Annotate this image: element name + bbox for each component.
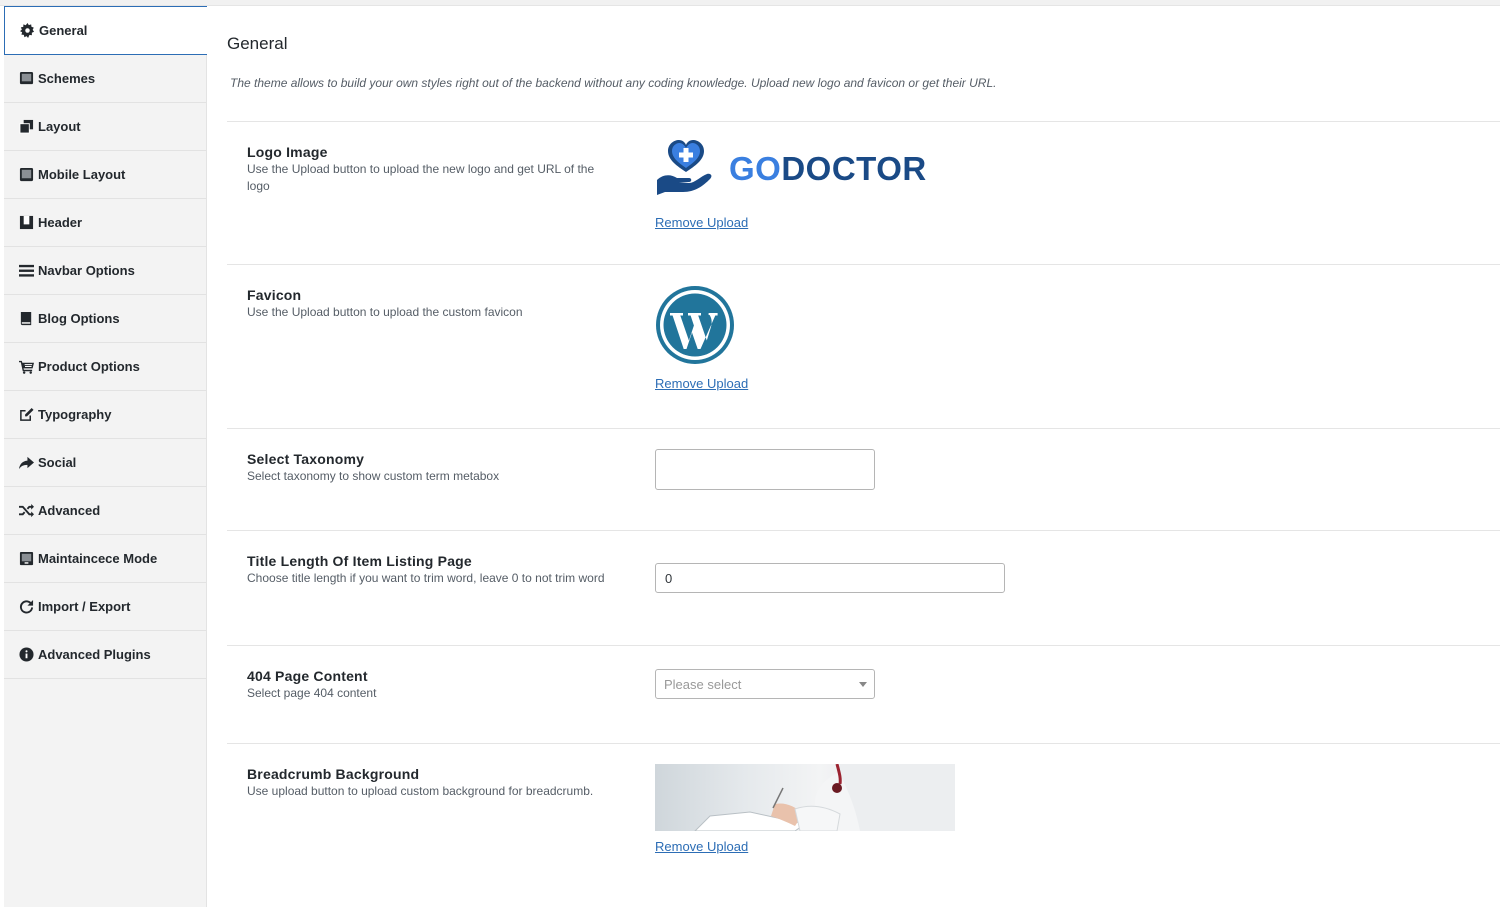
title-length-input[interactable] <box>655 563 1005 593</box>
select-placeholder: Please select <box>664 676 742 692</box>
monitor-icon <box>18 71 34 87</box>
logo-preview: GODOCTOR <box>655 139 927 199</box>
edit-icon <box>18 407 34 423</box>
settings-sidebar: General Schemes Layout Mobile Layout Hea… <box>4 6 208 907</box>
field-label: Select Taxonomy <box>247 451 365 467</box>
field-help: Select taxonomy to show custom term meta… <box>247 469 500 483</box>
sidebar-item-maintenance-mode[interactable]: Maintaincece Mode <box>4 535 206 583</box>
remove-logo-upload-link[interactable]: Remove Upload <box>655 215 748 230</box>
logo-image-field: GODOCTOR Remove Upload <box>655 139 927 232</box>
field-label: Logo Image <box>247 144 328 160</box>
field-help: Choose title length if you want to trim … <box>247 571 605 585</box>
remove-breadcrumb-upload-link[interactable]: Remove Upload <box>655 839 748 854</box>
field-help: Use upload button to upload custom backg… <box>247 784 594 798</box>
breadcrumb-background-label-group: Breadcrumb Background Use upload button … <box>247 766 617 800</box>
wordpress-logo-icon <box>655 285 748 370</box>
logo-image-row: Logo Image Use the Upload button to uplo… <box>227 121 1500 264</box>
info-icon <box>18 647 34 663</box>
page-404-row: 404 Page Content Select page 404 content… <box>227 645 1500 743</box>
sidebar-item-advanced[interactable]: Advanced <box>4 487 206 535</box>
breadcrumb-background-field: Remove Upload <box>655 764 955 856</box>
sidebar-item-label: Layout <box>38 119 81 134</box>
breadcrumb-background-row: Breadcrumb Background Use upload button … <box>227 743 1500 907</box>
sidebar-item-advanced-plugins[interactable]: Advanced Plugins <box>4 631 206 679</box>
sidebar-item-label: Typography <box>38 407 112 422</box>
sidebar-item-social[interactable]: Social <box>4 439 206 487</box>
sidebar-item-navbar-options[interactable]: Navbar Options <box>4 247 206 295</box>
select-taxonomy-row: Select Taxonomy Select taxonomy to show … <box>227 428 1500 530</box>
sidebar-item-product-options[interactable]: Product Options <box>4 343 206 391</box>
favicon-label-group: Favicon Use the Upload button to upload … <box>247 287 617 321</box>
title-length-field <box>655 563 1005 593</box>
sidebar-item-label: Mobile Layout <box>38 167 126 182</box>
breadcrumb-background-image <box>655 764 955 831</box>
sidebar-item-label: Schemes <box>38 71 96 86</box>
cart-icon <box>18 359 34 375</box>
page-404-select[interactable]: Please select <box>655 669 875 699</box>
book-icon <box>18 311 34 327</box>
maintenance-icon <box>18 551 34 567</box>
heart-hand-logo-icon <box>655 138 717 201</box>
bars-icon <box>18 263 34 279</box>
field-label: Breadcrumb Background <box>247 766 420 782</box>
field-help: Use the Upload button to upload the new … <box>247 162 595 193</box>
remove-favicon-upload-link[interactable]: Remove Upload <box>655 376 748 391</box>
field-label: 404 Page Content <box>247 668 368 684</box>
refresh-icon <box>18 599 34 615</box>
taxonomy-select-box[interactable] <box>655 449 875 490</box>
field-label: Title Length Of Item Listing Page <box>247 553 472 569</box>
title-length-row: Title Length Of Item Listing Page Choose… <box>227 530 1500 645</box>
select-taxonomy-label-group: Select Taxonomy Select taxonomy to show … <box>247 451 617 485</box>
title-length-label-group: Title Length Of Item Listing Page Choose… <box>247 553 617 587</box>
sidebar-item-layout[interactable]: Layout <box>4 103 206 151</box>
share-icon <box>18 455 34 471</box>
settings-panel: General The theme allows to build your o… <box>207 6 1500 907</box>
logo-wordmark: GODOCTOR <box>729 150 927 188</box>
field-help: Select page 404 content <box>247 686 377 700</box>
favicon-row: Favicon Use the Upload button to upload … <box>227 264 1500 428</box>
page-title: General <box>227 34 288 53</box>
logo-text-go: GO <box>729 150 782 187</box>
sidebar-item-header[interactable]: Header <box>4 199 206 247</box>
logo-text-doctor: DOCTOR <box>781 150 927 187</box>
shuffle-icon <box>18 503 34 519</box>
header-icon <box>18 215 34 231</box>
sidebar-item-label: Product Options <box>38 359 140 374</box>
select-taxonomy-field <box>655 449 875 490</box>
sidebar-item-label: Header <box>38 215 83 230</box>
logo-image-label-group: Logo Image Use the Upload button to uplo… <box>247 144 617 195</box>
sidebar-item-label: Import / Export <box>38 599 131 614</box>
tablet-icon <box>18 167 34 183</box>
sidebar-item-general[interactable]: General <box>4 6 208 55</box>
page-404-field: Please select <box>655 669 875 699</box>
sidebar-item-label: Navbar Options <box>38 263 135 278</box>
sidebar-item-label: General <box>39 23 88 38</box>
page-404-label-group: 404 Page Content Select page 404 content <box>247 668 617 702</box>
sidebar-item-schemes[interactable]: Schemes <box>4 55 206 103</box>
favicon-field: Remove Upload <box>655 285 748 393</box>
sidebar-item-label: Advanced Plugins <box>38 647 151 662</box>
field-label: Favicon <box>247 287 302 303</box>
sidebar-item-label: Social <box>38 455 77 470</box>
sidebar-item-label: Advanced <box>38 503 101 518</box>
sidebar-item-typography[interactable]: Typography <box>4 391 206 439</box>
page-description: The theme allows to build your own style… <box>230 76 997 90</box>
sidebar-item-mobile-layout[interactable]: Mobile Layout <box>4 151 206 199</box>
field-help: Use the Upload button to upload the cust… <box>247 305 523 319</box>
gear-icon <box>19 23 35 39</box>
sidebar-item-import-export[interactable]: Import / Export <box>4 583 206 631</box>
sidebar-item-label: Maintaincece Mode <box>38 551 158 566</box>
copy-icon <box>18 119 34 135</box>
sidebar-item-label: Blog Options <box>38 311 120 326</box>
chevron-down-icon <box>859 682 867 687</box>
sidebar-item-blog-options[interactable]: Blog Options <box>4 295 206 343</box>
